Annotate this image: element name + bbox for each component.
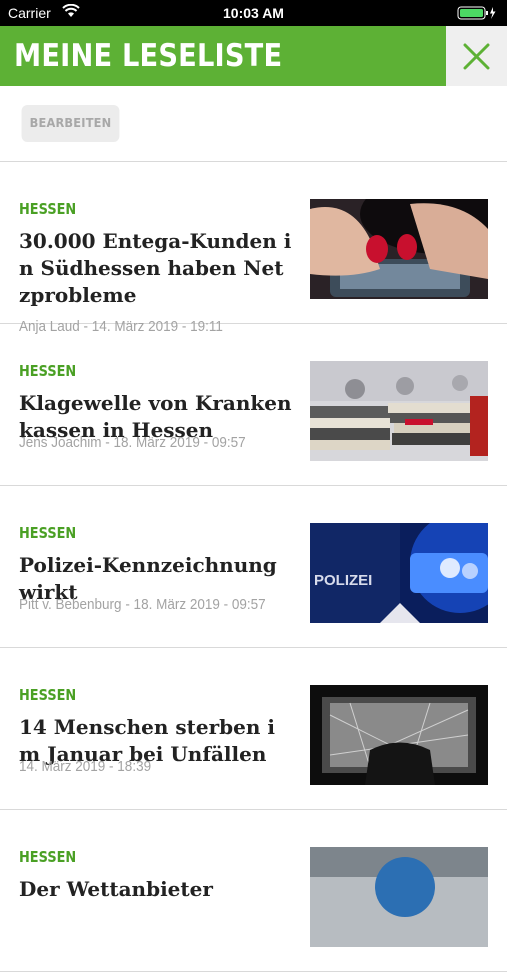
- article-category[interactable]: HESSEN: [19, 848, 76, 866]
- article-thumbnail[interactable]: [310, 685, 488, 785]
- article-category[interactable]: HESSEN: [19, 686, 76, 704]
- article-thumbnail[interactable]: [310, 847, 488, 947]
- article-category[interactable]: HESSEN: [19, 524, 76, 542]
- article-meta: 14. März 2019 - 18:39: [19, 758, 152, 775]
- article-thumbnail[interactable]: [310, 361, 488, 461]
- article-item[interactable]: HESSEN 14 Menschen sterben im Januar bei…: [0, 648, 507, 810]
- article-item[interactable]: HESSEN Klagewelle von Krankenkassen in H…: [0, 324, 507, 486]
- close-icon[interactable]: [463, 43, 490, 70]
- page-title: MEINE LESELISTE: [14, 38, 283, 74]
- article-thumbnail[interactable]: POLIZEI: [310, 523, 488, 623]
- article-category[interactable]: HESSEN: [19, 200, 76, 218]
- article-headline[interactable]: 30.000 Entega-Kunden in Südhessen haben …: [19, 228, 294, 309]
- status-bar: Carrier 10:03 AM: [0, 0, 507, 26]
- edit-button[interactable]: BEARBEITEN: [21, 105, 120, 142]
- battery-icon: [457, 6, 497, 23]
- svg-text:POLIZEI: POLIZEI: [314, 572, 372, 589]
- article-item[interactable]: HESSEN Polizei-Kennzeichnung wirkt Pitt …: [0, 486, 507, 648]
- app-header: MEINE LESELISTE: [0, 26, 507, 86]
- status-time: 10:03 AM: [223, 5, 284, 21]
- article-category[interactable]: HESSEN: [19, 362, 76, 380]
- article-headline[interactable]: Der Wettanbieter: [19, 876, 294, 903]
- article-meta: Pitt v. Bebenburg - 18. März 2019 - 09:5…: [19, 596, 266, 613]
- close-button[interactable]: [446, 26, 507, 86]
- article-item[interactable]: HESSEN 30.000 Entega-Kunden in Südhessen…: [0, 162, 507, 335]
- article-list: HESSEN 30.000 Entega-Kunden in Südhessen…: [0, 162, 507, 972]
- article-item[interactable]: HESSEN Der Wettanbieter: [0, 810, 507, 972]
- article-thumbnail[interactable]: [310, 199, 488, 299]
- toolbar: BEARBEITEN: [0, 86, 507, 162]
- article-meta: Jens Joachim - 18. März 2019 - 09:57: [19, 434, 246, 451]
